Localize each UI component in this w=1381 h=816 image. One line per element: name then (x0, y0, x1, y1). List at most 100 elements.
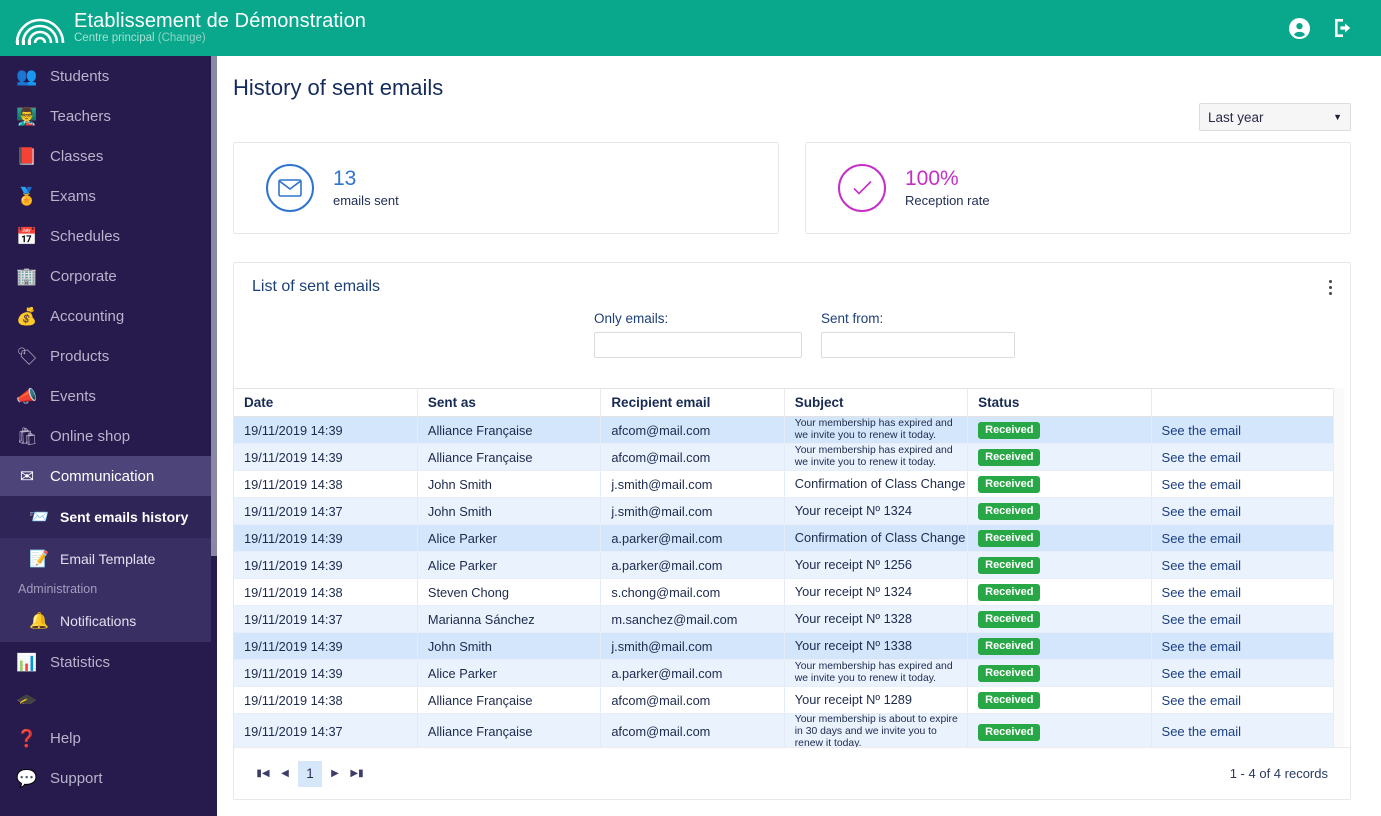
table-row[interactable]: 19/11/2019 14:39 Alice Parker a.parker@mai… (234, 551, 1336, 579)
column-header[interactable]: Date (234, 388, 418, 417)
cell-date: 19/11/2019 14:37 (234, 605, 418, 633)
see-the-email-link[interactable]: See the email (1162, 423, 1242, 438)
table-row[interactable]: 19/11/2019 14:38 Alliance Française afcom@… (234, 686, 1336, 714)
sidebar-item-partial-cut[interactable]: 🎓 (0, 682, 217, 705)
sidebar-item-events[interactable]: 📣 Events (0, 376, 217, 416)
first-page-icon[interactable]: ▮◀ (252, 763, 274, 785)
stat-label-reception-rate: Reception rate (905, 193, 990, 209)
cell-sent-as: Alice Parker (417, 659, 602, 687)
table-row[interactable]: 19/11/2019 14:39 Alliance Française afcom@… (234, 416, 1336, 444)
subject-text: Your receipt Nº 1256 (794, 556, 913, 572)
filter-label-sent-from: Sent from: (821, 311, 884, 326)
cell-status: Received (967, 632, 1152, 660)
top-header-bar: Etablissement de Démonstration Centre pr… (0, 0, 1381, 56)
only-emails-input[interactable] (594, 332, 802, 358)
cell-date: 19/11/2019 14:39 (234, 443, 418, 471)
see-the-email-link[interactable]: See the email (1162, 450, 1242, 465)
sidebar-item-exams[interactable]: 🏅 Exams (0, 176, 217, 216)
see-the-email-link[interactable]: See the email (1162, 666, 1242, 681)
sidebar-subitem-email-template[interactable]: 📝 Email Template (0, 538, 217, 580)
sidebar-item-help[interactable]: ❓ Help (0, 718, 217, 758)
sidebar-item-corporate[interactable]: 🏢 Corporate (0, 256, 217, 296)
see-the-email-link[interactable]: See the email (1162, 558, 1242, 573)
cell-date: 19/11/2019 14:37 (234, 497, 418, 525)
last-page-icon[interactable]: ▶▮ (346, 763, 368, 785)
sidebar-item-classes[interactable]: 📕 Classes (0, 136, 217, 176)
column-header[interactable]: Sent as (417, 388, 602, 417)
cell-date: 19/11/2019 14:39 (234, 659, 418, 687)
cell-status: Received (967, 551, 1152, 579)
cell-status: Received (967, 497, 1152, 525)
table-row[interactable]: 19/11/2019 14:39 John Smith j.smith@mail.c… (234, 632, 1336, 660)
table-row[interactable]: 19/11/2019 14:37 Alliance Française afcom@… (234, 713, 1336, 751)
cell-date: 19/11/2019 14:39 (234, 632, 418, 660)
cell-recipient-email: a.parker@mail.com (600, 524, 785, 552)
cell-action: See the email (1151, 713, 1336, 751)
see-the-email-link[interactable]: See the email (1162, 585, 1242, 600)
online-shop-icon: 🛍 (16, 426, 38, 446)
sidebar-item-schedules[interactable]: 📅 Schedules (0, 216, 217, 256)
table-row[interactable]: 19/11/2019 14:38 John Smith j.smith@mail.c… (234, 470, 1336, 498)
next-page-icon[interactable]: ▶ (324, 763, 346, 785)
cell-sent-as: Alliance Française (417, 686, 602, 714)
products-tag-icon: 🏷 (16, 346, 38, 366)
cell-subject: Your receipt Nº 1324 (784, 578, 969, 606)
table-row[interactable]: 19/11/2019 14:39 Alliance Française afcom@… (234, 443, 1336, 471)
sent-emails-icon: 📨 (29, 509, 49, 526)
cell-action: See the email (1151, 686, 1336, 714)
table-row[interactable]: 19/11/2019 14:38 Steven Chong s.chong@mail… (234, 578, 1336, 606)
column-header[interactable] (1151, 388, 1336, 417)
table-scrollbar[interactable] (1333, 388, 1344, 763)
column-header[interactable]: Status (967, 388, 1152, 417)
cell-recipient-email: s.chong@mail.com (600, 578, 785, 606)
cell-status: Received (967, 713, 1152, 751)
see-the-email-link[interactable]: See the email (1162, 477, 1242, 492)
statistics-chart-icon: 📊 (16, 652, 38, 672)
sidebar-subitem-sent-emails-history[interactable]: 📨 Sent emails history (0, 496, 217, 538)
table-row[interactable]: 19/11/2019 14:37 John Smith j.smith@mail.c… (234, 497, 1336, 525)
subject-text: Your membership has expired and we invit… (794, 661, 953, 684)
sidebar-item-support[interactable]: 💬 Support (0, 758, 217, 798)
see-the-email-link[interactable]: See the email (1162, 639, 1242, 654)
subject-text: Your receipt Nº 1324 (794, 502, 913, 518)
column-header[interactable]: Recipient email (600, 388, 785, 417)
table-row[interactable]: 19/11/2019 14:39 Alice Parker a.parker@mai… (234, 524, 1336, 552)
see-the-email-link[interactable]: See the email (1162, 612, 1242, 627)
column-header[interactable]: Subject (784, 388, 969, 417)
cell-date: 19/11/2019 14:39 (234, 416, 418, 444)
see-the-email-link[interactable]: See the email (1162, 504, 1242, 519)
see-the-email-link[interactable]: See the email (1162, 724, 1242, 739)
stat-card-emails-sent-text: 13 emails sent (314, 167, 399, 209)
cell-action: See the email (1151, 470, 1336, 498)
sidebar-subitem-notifications[interactable]: 🔔 Notifications (0, 600, 217, 642)
sidebar-item-students[interactable]: 👥 Students (0, 56, 217, 96)
sidebar-item-products[interactable]: 🏷 Products (0, 336, 217, 376)
sidebar-item-label: Support (50, 769, 103, 787)
sidebar-item-communication[interactable]: ✉ Communication (0, 456, 217, 496)
cell-action: See the email (1151, 632, 1336, 660)
cell-status: Received (967, 470, 1152, 498)
page-number-1[interactable]: 1 (298, 760, 322, 787)
period-select[interactable]: Last year ▼ (1199, 103, 1351, 131)
events-megaphone-icon: 📣 (16, 386, 38, 406)
sidebar-item-teachers[interactable]: 👨‍🏫 Teachers (0, 96, 217, 136)
table-row[interactable]: 19/11/2019 14:37 Marianna Sánchez m.sanche… (234, 605, 1336, 633)
table-row[interactable]: 19/11/2019 14:39 Alice Parker a.parker@mai… (234, 659, 1336, 687)
sidebar-item-statistics[interactable]: 📊 Statistics (0, 642, 217, 682)
sent-from-input[interactable] (821, 332, 1015, 358)
logout-icon[interactable] (1331, 16, 1355, 40)
change-center-link[interactable]: (Change) (158, 32, 206, 45)
period-select-value: Last year (1208, 109, 1264, 125)
sidebar-item-accounting[interactable]: 💰 Accounting (0, 296, 217, 336)
kebab-menu-icon[interactable] (1325, 276, 1336, 299)
see-the-email-link[interactable]: See the email (1162, 531, 1242, 546)
cell-recipient-email: afcom@mail.com (600, 443, 785, 471)
sidebar-item-online-shop[interactable]: 🛍 Online shop (0, 416, 217, 456)
see-the-email-link[interactable]: See the email (1162, 693, 1242, 708)
user-account-icon[interactable] (1288, 17, 1311, 40)
cell-status: Received (967, 416, 1152, 444)
prev-page-icon[interactable]: ◀ (274, 763, 296, 785)
status-badge: Received (978, 530, 1041, 547)
cell-status: Received (967, 443, 1152, 471)
